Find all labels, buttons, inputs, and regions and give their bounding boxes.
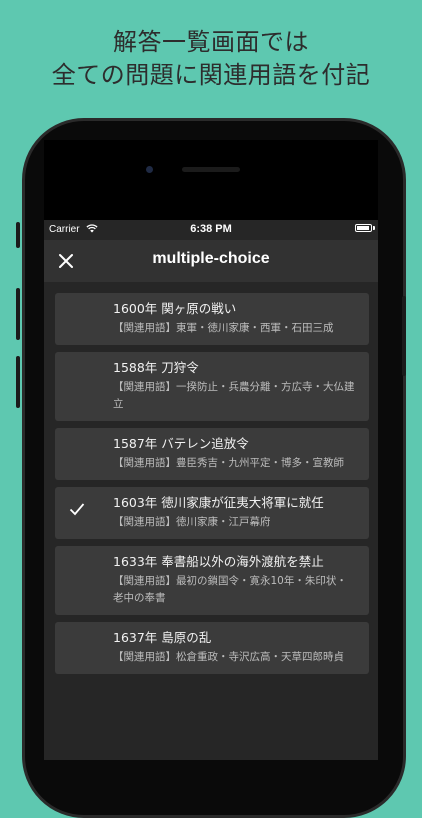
related-terms: 【関連用語】徳川家康・江戸幕府 [113, 516, 271, 528]
app-screen: Carrier 6:38 PM multiple-choice 1600年 関ヶ… [44, 220, 378, 760]
related-terms: 【関連用語】豊臣秀吉・九州平定・博多・宣教師 [113, 457, 344, 469]
answer-title: 1637年 島原の乱 [113, 630, 212, 645]
answer-title: 1600年 関ヶ原の戦い [113, 301, 237, 316]
related-terms: 【関連用語】一揆防止・兵農分離・方広寺・大仏建立 [113, 381, 355, 410]
camera-icon [146, 166, 153, 173]
promo-caption: 解答一覧画面では 全ての問題に関連用語を付記 [0, 26, 422, 92]
related-terms: 【関連用語】東軍・徳川家康・西軍・石田三成 [113, 322, 334, 334]
navigation-bar: multiple-choice [44, 240, 378, 282]
answer-item[interactable]: 1600年 関ヶ原の戦い【関連用語】東軍・徳川家康・西軍・石田三成 [55, 293, 369, 345]
related-terms: 【関連用語】最初の鎖国令・寛永10年・朱印状・老中の奉書 [113, 575, 347, 604]
phone-top-bezel [44, 140, 378, 220]
promo-line-1: 解答一覧画面では [113, 28, 309, 56]
phone-volume-up [16, 288, 20, 340]
phone-mute-switch [16, 222, 20, 248]
answer-item[interactable]: 1588年 刀狩令【関連用語】一揆防止・兵農分離・方広寺・大仏建立 [55, 352, 369, 421]
page-title: multiple-choice [152, 250, 270, 267]
answer-title: 1633年 奉書船以外の海外渡航を禁止 [113, 554, 324, 569]
checkmark-icon [69, 503, 85, 516]
speaker-grille [182, 167, 240, 172]
answer-title: 1588年 刀狩令 [113, 360, 199, 375]
answer-title: 1587年 バテレン追放令 [113, 436, 249, 451]
related-terms: 【関連用語】松倉重政・寺沢広高・天草四郎時貞 [113, 651, 344, 663]
phone-power-button [402, 296, 406, 376]
answer-item[interactable]: 1637年 島原の乱【関連用語】松倉重政・寺沢広高・天草四郎時貞 [55, 622, 369, 674]
status-time: 6:38 PM [190, 223, 232, 235]
answer-list: 1600年 関ヶ原の戦い【関連用語】東軍・徳川家康・西軍・石田三成 1588年 刀… [55, 293, 369, 681]
answer-title: 1603年 徳川家康が征夷大将軍に就任 [113, 495, 324, 510]
answer-item[interactable]: 1633年 奉書船以外の海外渡航を禁止【関連用語】最初の鎖国令・寛永10年・朱印… [55, 546, 369, 615]
phone-volume-down [16, 356, 20, 408]
answer-item[interactable]: 1603年 徳川家康が征夷大将軍に就任 【関連用語】徳川家康・江戸幕府 [55, 487, 369, 539]
promo-line-2: 全ての問題に関連用語を付記 [51, 61, 371, 89]
battery-icon [355, 224, 372, 232]
status-bar: Carrier 6:38 PM [44, 220, 378, 240]
answer-item[interactable]: 1587年 バテレン追放令【関連用語】豊臣秀吉・九州平定・博多・宣教師 [55, 428, 369, 480]
battery-tip [373, 226, 375, 230]
